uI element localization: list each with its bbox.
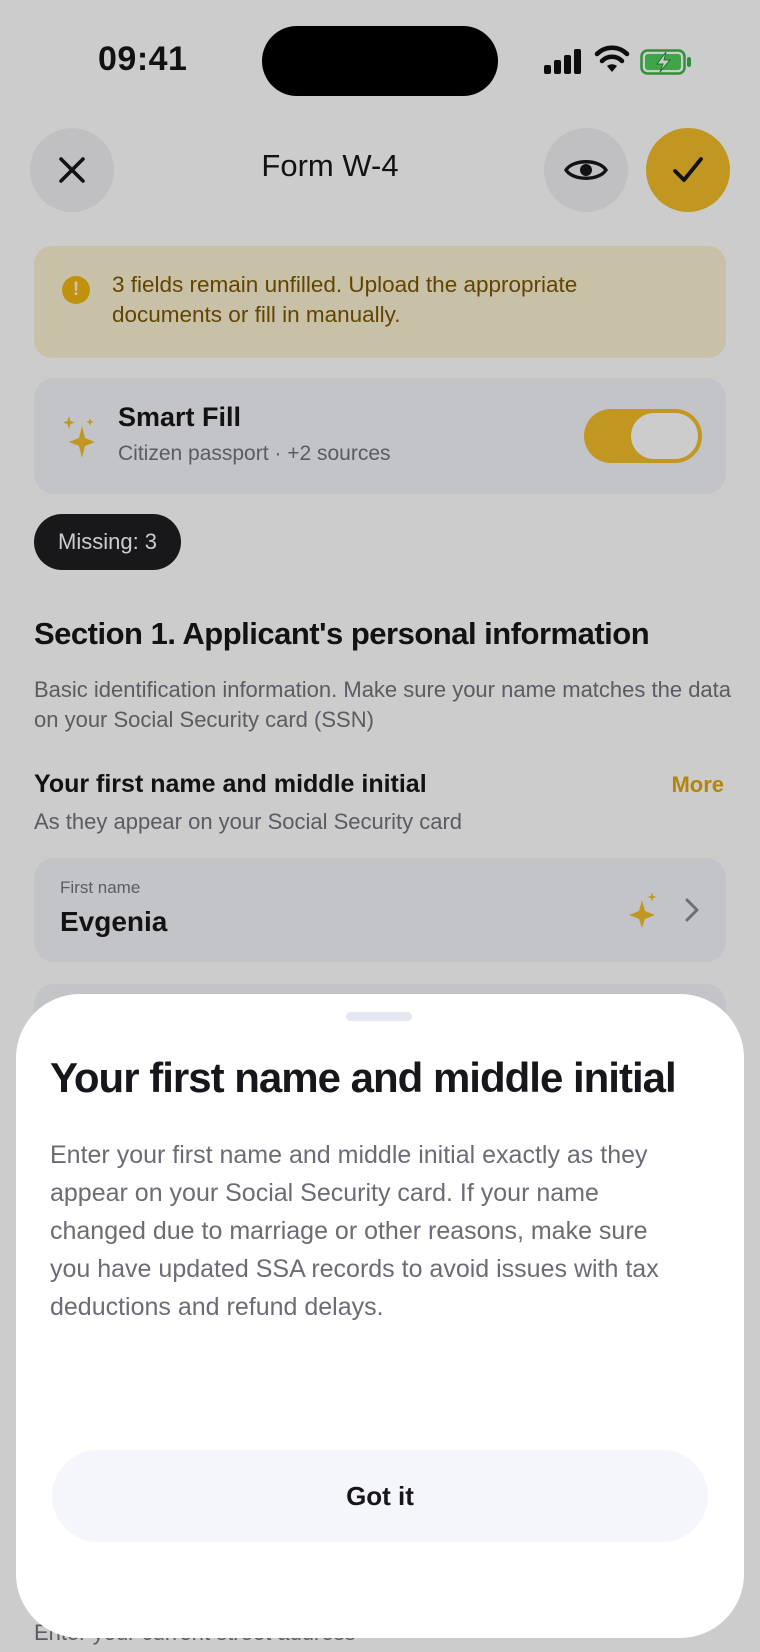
sheet-title: Your first name and middle initial — [50, 1054, 677, 1101]
screen: 09:41 Form W-4 ! 3 fields remain unfille… — [0, 0, 760, 1652]
sheet-grabber[interactable] — [346, 1012, 412, 1021]
got-it-button[interactable]: Got it — [52, 1450, 708, 1542]
sheet-body: Enter your first name and middle initial… — [50, 1141, 659, 1321]
